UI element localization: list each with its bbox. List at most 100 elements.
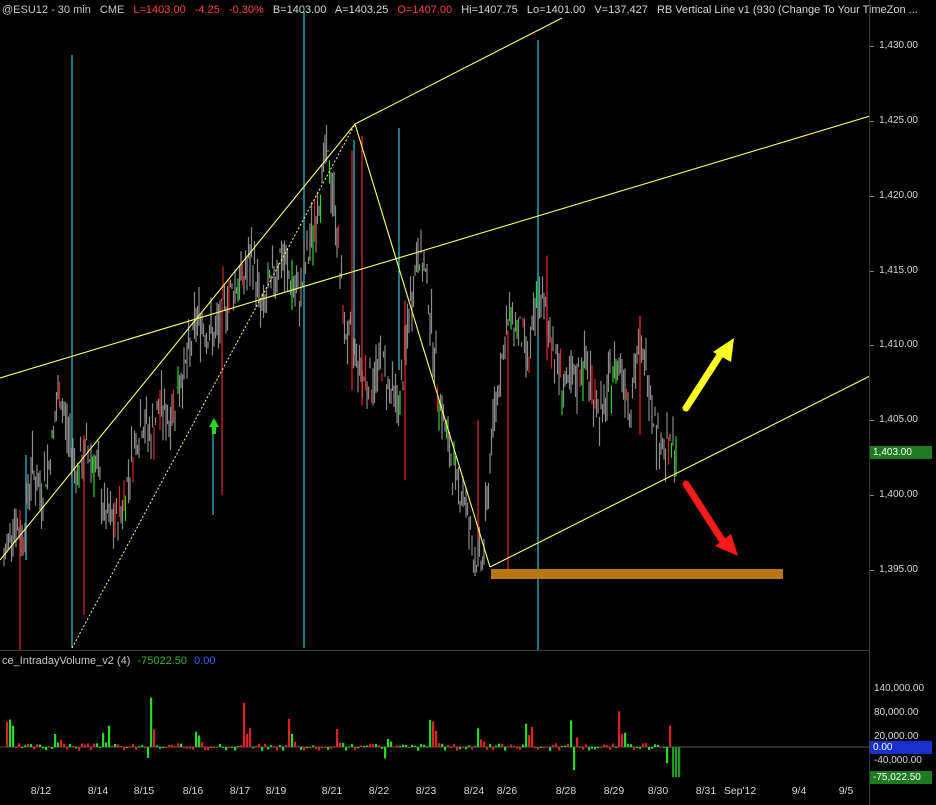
volume-scale-label: 80,000.00	[874, 707, 919, 718]
volume-bar	[270, 745, 273, 747]
volume-bar	[504, 747, 507, 751]
volume-bar	[342, 742, 345, 747]
volume-bar	[216, 746, 219, 748]
date-axis-label: 8/17	[229, 785, 251, 797]
volume-bar	[129, 746, 132, 748]
volume-bar	[51, 747, 54, 749]
volume-chart[interactable]	[0, 668, 870, 798]
volume-bar	[168, 745, 171, 747]
date-axis-label: 8/29	[603, 785, 625, 797]
volume-bar	[399, 746, 402, 748]
volume-bar	[393, 746, 396, 748]
volume-bar	[486, 747, 489, 750]
volume-bar	[180, 743, 183, 747]
volume-bar	[171, 744, 174, 747]
volume-study-header: ce_IntradayVolume_v2 (4) -75022.50 0.00	[2, 655, 216, 667]
volume-bar	[474, 746, 477, 748]
volume-bar	[156, 745, 159, 747]
volume-bar	[297, 746, 300, 748]
date-axis-label: 8/24	[463, 785, 485, 797]
volume-bar	[327, 747, 330, 750]
volume-bar	[645, 743, 648, 747]
volume-bar	[597, 747, 600, 748]
volume-bar	[588, 747, 591, 751]
volume-bar	[63, 743, 66, 747]
volume-bar	[231, 747, 234, 748]
volume-bar	[366, 745, 369, 747]
pane-separator[interactable]	[0, 650, 870, 651]
date-axis-label: 8/19	[265, 785, 287, 797]
volume-bar	[426, 746, 429, 748]
volume-bar	[447, 745, 450, 747]
swing-down-line	[354, 123, 491, 568]
volume-bar	[90, 747, 93, 751]
volume-bar	[558, 747, 561, 751]
date-axis-label: 9/5	[838, 785, 854, 797]
arrow-up-icon	[682, 348, 726, 412]
volume-bar	[243, 702, 246, 747]
date-axis-label: 8/21	[321, 785, 343, 797]
date-axis-label: 9/4	[791, 785, 807, 797]
volume-bar	[537, 747, 540, 750]
signal-up-icon	[209, 418, 219, 427]
volume-bar	[450, 747, 453, 748]
volume-bar	[492, 747, 495, 751]
volume-bar	[273, 746, 276, 748]
volume-bar	[6, 721, 9, 747]
volume-bar	[300, 747, 303, 750]
price-scale-label: 1,415.00	[879, 264, 918, 276]
volume-bar	[198, 735, 201, 747]
volume-bar	[552, 744, 555, 747]
volume-bar	[591, 747, 594, 749]
date-axis-label: 8/31	[695, 785, 717, 797]
volume-bar	[615, 747, 618, 748]
volume-bar	[579, 747, 582, 748]
volume-bar	[357, 747, 360, 749]
price-scale-label: 1,400.00	[879, 489, 918, 501]
volume-bar	[255, 745, 258, 747]
volume-bar	[420, 744, 423, 747]
price-tick	[870, 345, 874, 347]
volume-bar	[213, 747, 216, 748]
volume-bar	[609, 747, 612, 750]
volume-bar	[15, 747, 18, 748]
volume-bar	[333, 746, 336, 748]
volume-bar	[348, 746, 351, 748]
volume-bar	[480, 739, 483, 747]
price-tick	[870, 270, 874, 272]
volume-study-value: -75022.50	[137, 655, 188, 667]
volume-bar	[177, 743, 180, 747]
volume-bar	[72, 745, 75, 747]
volume-bar	[363, 745, 366, 747]
volume-bar	[204, 747, 207, 751]
volume-bar	[105, 742, 108, 747]
volume-bar	[96, 743, 99, 747]
volume-bar	[576, 737, 579, 747]
volume-bar	[30, 744, 33, 747]
volume-bar	[435, 730, 438, 747]
volume-bar	[456, 747, 459, 751]
volume-bar	[570, 720, 573, 747]
volume-bar	[228, 747, 231, 748]
volume-bar	[195, 731, 198, 747]
volume-bar	[285, 745, 288, 747]
date-axis-label: 8/22	[368, 785, 390, 797]
date-axis-label: 8/16	[182, 785, 204, 797]
volume-bar	[78, 747, 81, 751]
volume-bar	[75, 747, 78, 749]
volume-bar	[636, 747, 639, 748]
volume-bar	[309, 747, 312, 748]
volume-bar	[498, 743, 501, 747]
volume-bar	[252, 747, 255, 749]
volume-bar	[339, 742, 342, 747]
volume-bar	[261, 747, 264, 751]
price-chart[interactable]	[0, 0, 870, 650]
volume-bar	[441, 743, 444, 747]
volume-bar	[672, 747, 675, 777]
volume-bar	[147, 747, 150, 758]
volume-bar	[93, 743, 96, 747]
volume-bar	[84, 744, 87, 747]
volume-bar	[117, 744, 120, 747]
volume-bar	[477, 728, 480, 747]
volume-bar	[534, 747, 537, 749]
